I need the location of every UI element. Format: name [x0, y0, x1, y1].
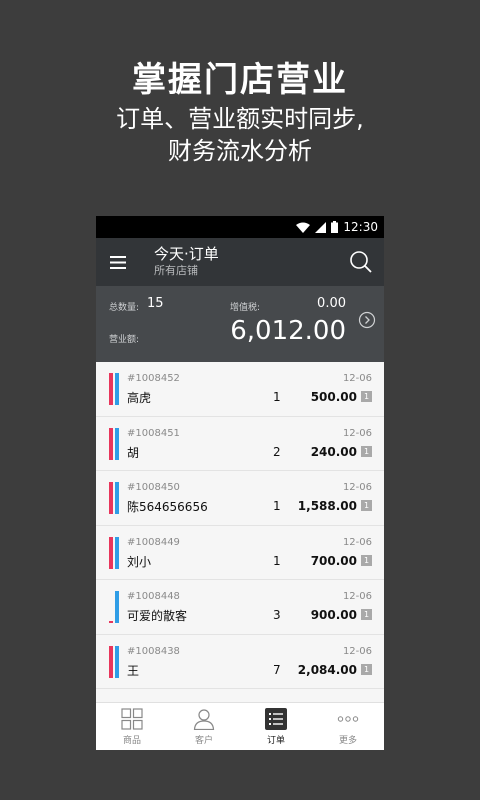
customer-name: 高虎	[127, 391, 152, 405]
status-bar-blue	[115, 591, 119, 623]
order-date: 12-06	[342, 645, 372, 657]
more-dots-icon	[337, 716, 359, 722]
chevron-right-circle-icon[interactable]	[358, 311, 376, 329]
promo-title: 掌握门店营业	[132, 60, 348, 100]
tab-products[interactable]: 商品	[96, 703, 168, 750]
count-label: 总数量:	[109, 303, 140, 313]
order-date: 12-06	[342, 427, 372, 439]
customer-name: 王	[127, 663, 140, 678]
order-list: #1008452 高虎 1 12-06 500.00 1 #1008451 胡 …	[96, 362, 384, 702]
status-bar-blue	[115, 373, 119, 405]
page-title: 今天·订单	[154, 245, 219, 263]
customer-name: 胡	[127, 445, 140, 460]
promo-subtitle-line1: 订单、营业额实时同步,	[116, 105, 364, 133]
signal-icon	[315, 221, 327, 233]
tax-value: 0.00	[317, 296, 346, 311]
order-id: #1008449	[127, 536, 180, 548]
status-bar-blue	[115, 536, 119, 569]
order-amount: 2,084.00	[297, 662, 357, 677]
order-quantity: 1	[273, 553, 281, 568]
summary-panel[interactable]: 总数量: 15 增值税: 0.00 营业额: 6,012.00	[96, 286, 384, 362]
order-row[interactable]: #1008438 王 7 12-06 2,084.00 1	[96, 634, 384, 689]
order-badge: 1	[361, 554, 372, 566]
search-icon	[350, 251, 372, 273]
order-quantity: 3	[273, 608, 281, 622]
promo-subtitle-line2: 财务流水分析	[168, 137, 312, 165]
customer-name: 可爱的散客	[127, 609, 188, 623]
customer-name: 刘小	[127, 554, 152, 569]
revenue-value: 6,012.00	[230, 316, 346, 346]
order-quantity: 2	[273, 444, 281, 459]
order-amount: 700.00	[310, 553, 357, 568]
order-amount: 900.00	[310, 608, 357, 622]
order-amount: 240.00	[310, 444, 357, 459]
customer-name: 陈564656656	[127, 500, 208, 514]
order-date: 12-06	[342, 482, 372, 493]
order-badge: 1	[361, 391, 372, 402]
order-quantity: 7	[273, 662, 281, 677]
order-row[interactable]: #1008448 可爱的散客 3 12-06 900.00 1	[96, 580, 384, 635]
order-badge: 1	[361, 609, 372, 620]
grid-icon	[121, 708, 143, 730]
order-id: #1008438	[127, 645, 180, 657]
status-bar-red	[109, 373, 113, 405]
menu-button[interactable]	[96, 238, 140, 286]
app-bar: 今天·订单 所有店铺	[96, 238, 384, 286]
status-bar-red	[109, 482, 113, 514]
order-badge: 1	[361, 663, 372, 675]
order-id: #1008452	[127, 373, 180, 384]
status-bar-red	[109, 621, 113, 623]
tab-label: 客户	[194, 736, 213, 746]
page-title-block[interactable]: 今天·订单 所有店铺	[154, 245, 219, 279]
order-date: 12-06	[342, 591, 372, 602]
order-row[interactable]: #1008449 刘小 1 12-06 700.00 1	[96, 525, 384, 580]
tab-label: 订单	[266, 736, 285, 746]
page-subtitle: 所有店铺	[154, 264, 198, 277]
tax-label: 增值税:	[230, 303, 261, 313]
tab-orders[interactable]: 订单	[240, 703, 312, 750]
order-row[interactable]: #1008451 胡 2 12-06 240.00 1	[96, 416, 384, 471]
battery-icon	[331, 221, 339, 233]
order-badge: 1	[361, 445, 372, 457]
order-quantity: 1	[273, 390, 281, 404]
status-bar: 12:30	[96, 216, 384, 238]
tab-more[interactable]: 更多	[312, 703, 384, 750]
status-bar-red	[109, 536, 113, 569]
person-icon	[193, 709, 215, 730]
status-time: 12:30	[343, 220, 378, 234]
tab-label: 更多	[338, 736, 357, 746]
order-id: #1008451	[127, 427, 180, 439]
bottom-tab-bar: 商品 客户 订单 更多	[96, 702, 384, 750]
wifi-icon	[296, 222, 311, 233]
order-date: 12-06	[342, 373, 372, 384]
order-id: #1008450	[127, 482, 180, 493]
order-quantity: 1	[273, 499, 281, 513]
tab-customers[interactable]: 客户	[168, 703, 240, 750]
hamburger-icon	[110, 255, 126, 269]
status-bar-blue	[115, 482, 119, 514]
search-button[interactable]	[348, 249, 374, 275]
tab-label: 商品	[122, 736, 141, 746]
order-amount: 500.00	[310, 390, 357, 404]
status-bar-red	[109, 427, 113, 460]
status-bar-blue	[115, 645, 119, 678]
order-amount: 1,588.00	[297, 499, 357, 513]
order-id: #1008448	[127, 591, 180, 602]
list-icon	[265, 708, 287, 730]
count-value: 15	[147, 296, 164, 311]
order-badge: 1	[361, 500, 372, 511]
order-row[interactable]: #1008452 高虎 1 12-06 500.00 1	[96, 362, 384, 417]
order-date: 12-06	[342, 536, 372, 548]
revenue-label: 营业额:	[109, 335, 140, 345]
phone-screen: 12:30 今天·订单 所有店铺 总数量: 15 增值税: 0.00 营业额: …	[96, 216, 384, 750]
order-row[interactable]: #1008450 陈564656656 1 12-06 1,588.00 1	[96, 471, 384, 526]
status-bar-blue	[115, 427, 119, 460]
status-bar-red	[109, 645, 113, 678]
